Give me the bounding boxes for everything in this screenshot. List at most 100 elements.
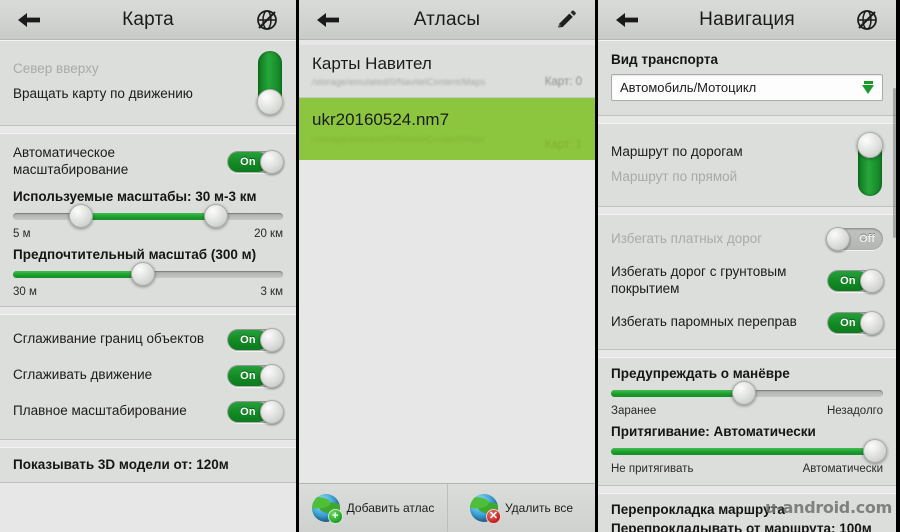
maneuver-warning-slider[interactable]: [598, 381, 896, 406]
site-watermark: u-android.com: [765, 497, 892, 517]
used-scales-title: Используемые масштабы: 30 м-3 км: [13, 188, 257, 204]
delete-all-button[interactable]: ✕ Удалить все: [447, 484, 595, 532]
toggle-state-label: On: [240, 369, 256, 382]
slider-thumb-min[interactable]: [68, 204, 93, 229]
chevron-down-icon: [862, 81, 874, 94]
navigation-settings-scroll[interactable]: Вид транспорта Автомобиль/Мотоцикл Маршр…: [598, 40, 896, 532]
slider-thumb[interactable]: [130, 262, 155, 287]
smoothing-group: Сглаживание границ объектов On Сглаживат…: [0, 313, 296, 440]
slider-fill: [80, 212, 216, 220]
smooth-object-borders-label: Сглаживание границ объектов: [13, 331, 205, 347]
rotate-with-motion-label: Вращать карту по движению: [13, 86, 193, 102]
avoid-unpaved-label-line1: Избегать дорог с грунтовым: [611, 264, 787, 279]
edit-button-atlases[interactable]: [549, 5, 583, 35]
auto-scaling-label: Автоматическое масштабирование: [13, 145, 219, 179]
transport-type-label: Вид транспорта: [611, 52, 718, 67]
satellite-toggle-button-map[interactable]: [250, 5, 284, 35]
atlas-path: /storage/emulated/0/NavitelContent/Maps: [312, 133, 486, 144]
smooth-motion-label: Сглаживать движение: [13, 367, 153, 383]
slider-thumb[interactable]: [862, 439, 887, 464]
atlases-list[interactable]: Карты Навител /storage/emulated/0/Navite…: [299, 40, 595, 483]
satellite-off-icon: [857, 9, 877, 30]
back-button-map[interactable]: [12, 5, 46, 35]
row-smooth-object-borders[interactable]: Сглаживание границ объектов On: [0, 322, 296, 358]
row-avoid-ferries[interactable]: Избегать паромных переправ On: [598, 305, 896, 341]
preferred-scale-slider[interactable]: [0, 262, 296, 287]
avoid-unpaved-roads-toggle[interactable]: On: [827, 268, 884, 293]
snap-slider[interactable]: [598, 439, 896, 464]
panel-navigation: Навигация Вид транспорта Автомобиль/Мото…: [598, 0, 896, 532]
reroute-sub-title: Перепрокладывать от маршрута: 100м: [611, 520, 872, 532]
toggle-state-label: On: [840, 274, 856, 287]
toggle-knob: [860, 268, 884, 293]
globe-add-icon: +: [311, 494, 343, 524]
row-route-by-roads[interactable]: Маршрут по дорогам: [598, 137, 852, 165]
avoid-ferries-label: Избегать паромных переправ: [611, 314, 797, 330]
smooth-object-borders-toggle[interactable]: On: [227, 327, 284, 352]
satellite-toggle-button-navigation[interactable]: [850, 5, 884, 35]
caret-triangle: [862, 85, 874, 94]
avoid-ferries-toggle[interactable]: On: [827, 310, 884, 335]
list-item[interactable]: ukr20160524.nm7 /storage/emulated/0/Navi…: [299, 98, 595, 160]
pencil-edit-icon: [558, 9, 576, 27]
satellite-off-icon: [257, 9, 277, 30]
titlebar-navigation: Навигация: [598, 0, 896, 40]
row-smooth-motion[interactable]: Сглаживать движение On: [0, 358, 296, 394]
row-avoid-toll-roads[interactable]: Избегать платных дорог Off: [598, 221, 896, 257]
atlas-path: /storage/emulated/0/NavitelContent/Maps: [312, 77, 486, 88]
arrow-left-icon: [616, 12, 638, 27]
reroute-title: Перепрокладка маршрута: [611, 501, 785, 517]
models-3d-group[interactable]: Показывать 3D модели от: 120м: [0, 446, 296, 483]
maneuver-min-label: Заранее: [611, 404, 657, 417]
scrollbar-indicator[interactable]: [893, 88, 896, 238]
preferred-scale-min-label: 30 м: [13, 285, 37, 298]
smooth-zoom-label: Плавное масштабирование: [13, 403, 187, 419]
row-rotate-with-motion[interactable]: Вращать карту по движению: [0, 82, 252, 110]
row-route-straight[interactable]: Маршрут по прямой: [598, 165, 852, 193]
preferred-scale-title: Предпочтительный масштаб (300 м): [13, 246, 257, 262]
route-by-roads-label: Маршрут по дорогам: [611, 144, 743, 160]
models-3d-title: Показывать 3D модели от: 120м: [13, 456, 229, 472]
panel-atlases: Атласы Карты Навител /storage/emulated/0…: [299, 0, 598, 532]
smooth-motion-toggle[interactable]: On: [227, 363, 284, 388]
titlebar-map: Карта: [0, 0, 296, 40]
globe-delete-icon: ✕: [469, 494, 501, 524]
reroute-section[interactable]: Перепрокладка маршрута u-android.com: [598, 492, 896, 521]
avoid-toll-roads-toggle[interactable]: Off: [826, 227, 883, 251]
row-north-up[interactable]: Север вверху: [0, 54, 252, 82]
map-settings-scroll[interactable]: Север вверху Вращать карту по движению А…: [0, 40, 296, 532]
slider-fill: [611, 447, 875, 455]
maneuver-warning-title: Предупреждать о манёвре: [611, 365, 790, 381]
slider-track: [611, 439, 887, 464]
back-button-navigation[interactable]: [610, 5, 644, 35]
row-avoid-unpaved-roads[interactable]: Избегать дорог с грунтовым покрытием On: [598, 257, 896, 305]
slider-thumb-max[interactable]: [203, 204, 228, 229]
route-mode-vertical-toggle[interactable]: [857, 132, 883, 196]
used-scales-max-label: 20 км: [254, 227, 283, 240]
avoid-unpaved-roads-label: Избегать дорог с грунтовым покрытием: [611, 264, 819, 298]
toggle-state-label: On: [240, 405, 256, 418]
slider-track: [13, 262, 283, 287]
used-scales-slider[interactable]: [0, 204, 296, 229]
back-button-atlases[interactable]: [311, 5, 345, 35]
snap-min-label: Не притягивать: [611, 462, 694, 475]
arrow-left-icon: [18, 12, 40, 27]
toggle-knob: [860, 310, 884, 335]
row-auto-scaling[interactable]: Автоматическое масштабирование On: [0, 138, 296, 186]
transport-type-select[interactable]: Автомобиль/Мотоцикл: [611, 74, 883, 101]
reroute-sub-row[interactable]: Перепрокладывать от маршрута: 100м: [598, 520, 896, 532]
atlases-bottom-toolbar: + Добавить атлас ✕ Удалить все: [299, 483, 595, 532]
row-smooth-zoom[interactable]: Плавное масштабирование On: [0, 394, 296, 430]
map-orientation-vertical-toggle[interactable]: [257, 51, 283, 115]
avoid-toll-roads-label: Избегать платных дорог: [611, 230, 763, 246]
rotation-group: Север вверху Вращать карту по движению: [0, 40, 296, 126]
maneuver-max-label: Незадолго: [826, 404, 883, 417]
toggle-knob: [260, 327, 284, 352]
toggle-knob: [260, 399, 284, 424]
list-item[interactable]: Карты Навител /storage/emulated/0/Navite…: [299, 45, 595, 99]
maneuver-snap-group: Предупреждать о манёвре Заранее Незадолг…: [598, 356, 896, 486]
smooth-zoom-toggle[interactable]: On: [227, 399, 284, 424]
snap-max-label: Автоматически: [802, 462, 883, 475]
add-atlas-button[interactable]: + Добавить атлас: [299, 484, 447, 532]
auto-scaling-toggle[interactable]: On: [227, 149, 284, 174]
